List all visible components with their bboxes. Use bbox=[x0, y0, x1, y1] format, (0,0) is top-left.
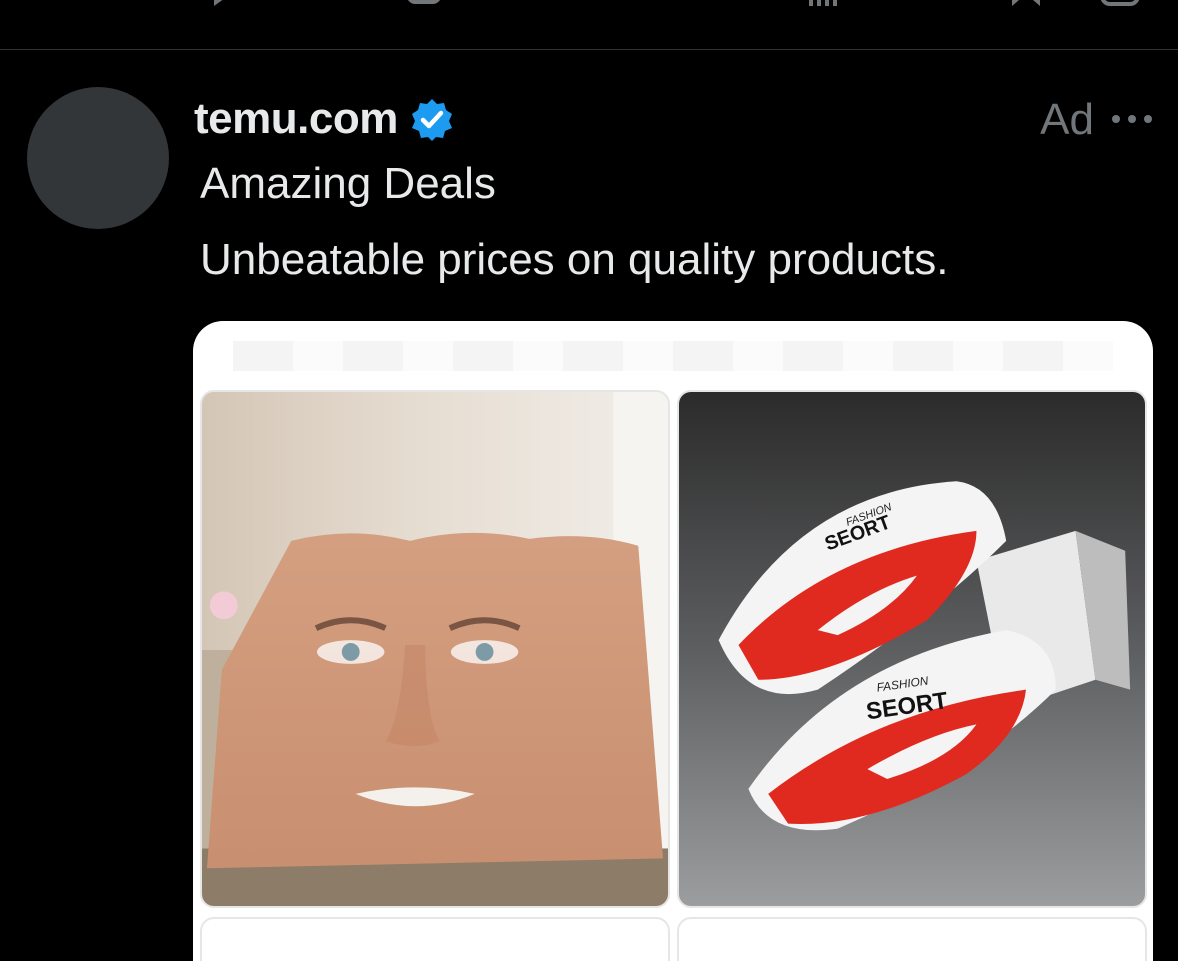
avatar[interactable] bbox=[27, 87, 169, 229]
like-icon[interactable] bbox=[600, 0, 640, 6]
author-name[interactable]: temu.com bbox=[194, 94, 398, 144]
views-icon[interactable] bbox=[805, 0, 845, 6]
reply-icon[interactable] bbox=[210, 0, 250, 6]
product-card[interactable]: FASHION SEORT FASHION SEORT bbox=[193, 321, 1153, 961]
ad-label: Ad bbox=[1040, 95, 1094, 144]
ad-headline: Amazing Deals bbox=[200, 159, 496, 208]
author-row: temu.com bbox=[194, 93, 454, 145]
slide-sandals-product-image[interactable]: FASHION SEORT FASHION SEORT bbox=[677, 390, 1147, 908]
tweet-action-bar bbox=[0, 0, 1178, 50]
card-top-strip bbox=[233, 341, 1113, 371]
blanket-product-image[interactable] bbox=[200, 390, 670, 908]
retweet-icon[interactable] bbox=[405, 0, 445, 6]
ad-body-text: Unbeatable prices on quality products. bbox=[200, 235, 949, 284]
promoted-post[interactable]: temu.com Ad Amazing Deals Unbeatable pri… bbox=[0, 51, 1178, 961]
product-image-3[interactable] bbox=[200, 917, 670, 961]
more-options-icon[interactable] bbox=[1110, 109, 1154, 129]
share-icon[interactable] bbox=[1100, 0, 1140, 6]
verified-badge-icon bbox=[411, 99, 452, 141]
product-image-4[interactable] bbox=[677, 917, 1147, 961]
bookmark-icon[interactable] bbox=[1008, 0, 1048, 6]
